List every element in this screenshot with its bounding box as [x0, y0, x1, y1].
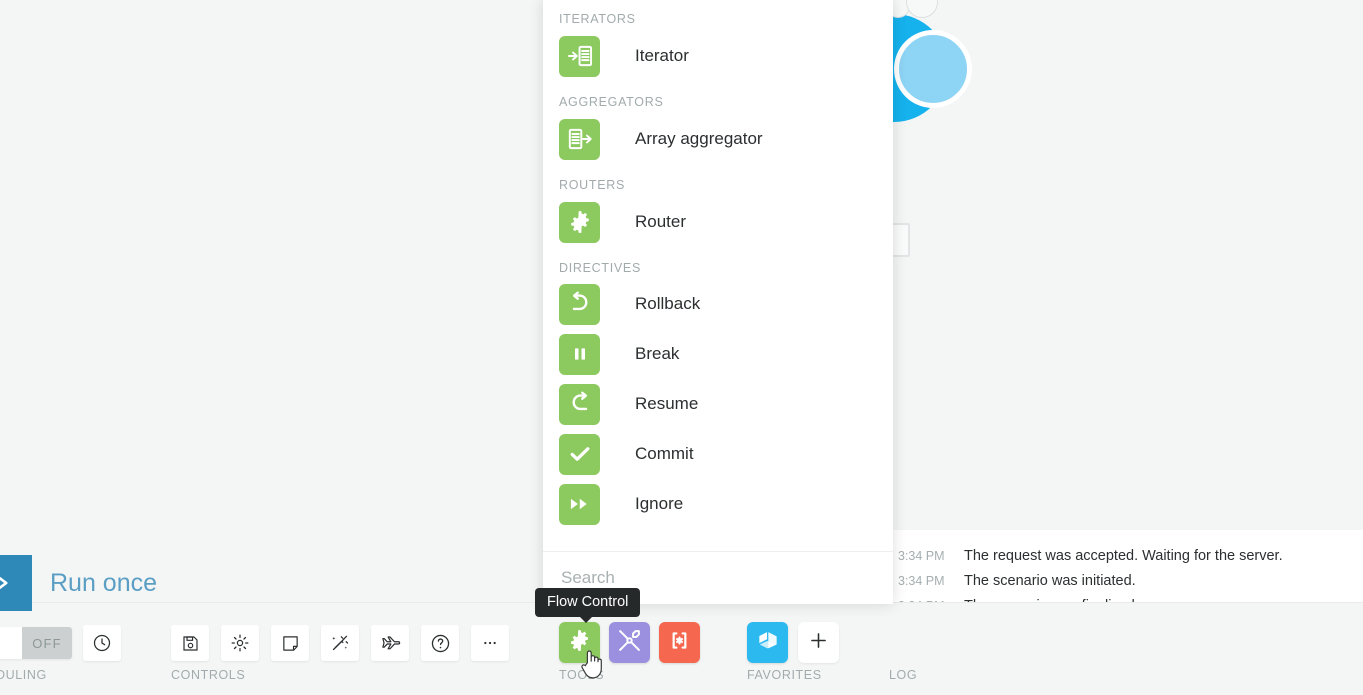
log-row: 3:34 PM The scenario was finalized.: [880, 593, 1363, 603]
scenario-editor: 3:34 PM The request was accepted. Waitin…: [0, 0, 1363, 695]
clock-icon: [92, 633, 112, 653]
rollback-arrow-icon: [559, 283, 600, 325]
check-icon: [559, 433, 600, 475]
play-icon: [0, 568, 15, 598]
log-message: The scenario was initiated.: [964, 572, 1136, 589]
iterator-icon: [559, 35, 600, 77]
auto-align-button[interactable]: [321, 625, 359, 661]
log-time: 3:34 PM: [898, 573, 945, 588]
log-row: 3:34 PM The request was accepted. Waitin…: [880, 543, 1363, 568]
plus-icon: [808, 630, 829, 656]
log-message: [964, 530, 968, 539]
log-time: 3:34 PM: [898, 548, 945, 563]
text-parser-tool[interactable]: [659, 622, 700, 663]
log-time: [898, 530, 964, 538]
explore-button[interactable]: [371, 625, 409, 661]
settings-button[interactable]: [221, 625, 259, 661]
log-row: 3:34 PM The scenario was initiated.: [880, 568, 1363, 593]
toggle-state-label: OFF: [22, 627, 72, 659]
module-item-resume[interactable]: Resume: [543, 379, 893, 429]
note-icon: [281, 634, 300, 653]
module-label: Array aggregator: [635, 129, 763, 148]
add-favorite-button[interactable]: [798, 622, 839, 663]
favorites-group-label: FAVORITES: [747, 668, 822, 682]
module-label: Rollback: [635, 294, 701, 313]
gear-icon: [559, 201, 600, 243]
toggle-knob: [0, 627, 22, 659]
log-panel[interactable]: 3:34 PM The request was accepted. Waitin…: [880, 530, 1363, 602]
flow-control-module-list[interactable]: ITERATORS Iterator AGGREGATORS Array agg…: [543, 0, 893, 551]
flow-control-panel[interactable]: ITERATORS Iterator AGGREGATORS Array agg…: [543, 0, 893, 604]
module-label: Ignore: [635, 494, 684, 513]
floppy-disk-icon: [181, 634, 200, 653]
flow-control-tool[interactable]: [559, 622, 600, 663]
run-once-button[interactable]: [0, 555, 32, 611]
tools-group-label: TOOLS: [559, 668, 605, 682]
log-group-label: LOG: [889, 668, 918, 682]
save-button[interactable]: [171, 625, 209, 661]
array-aggregator-icon: [559, 118, 600, 160]
module-node-secondary[interactable]: [894, 30, 972, 108]
module-item-ignore[interactable]: Ignore: [543, 479, 893, 529]
magic-wand-icon: [330, 633, 350, 653]
flow-control-tooltip: Flow Control: [535, 588, 641, 623]
module-label: Commit: [635, 444, 694, 463]
search-input[interactable]: [559, 567, 863, 589]
module-item-commit[interactable]: Commit: [543, 429, 893, 479]
module-item-iterator[interactable]: Iterator: [543, 31, 893, 81]
run-once-control[interactable]: Run once: [0, 555, 157, 611]
node-add-handle-icon[interactable]: [906, 0, 938, 18]
module-label: Break: [635, 344, 680, 363]
module-item-rollback[interactable]: Rollback: [543, 279, 893, 329]
module-label: Router: [635, 212, 687, 231]
bottom-toolbar: OFF DULING CONTROLS TOOLS FAVORITES LOG: [0, 602, 1363, 695]
run-once-label: Run once: [50, 568, 158, 597]
tools-tool[interactable]: [609, 622, 650, 663]
module-item-array-aggregator[interactable]: Array aggregator: [543, 114, 893, 164]
log-row: [880, 530, 1363, 543]
log-message: The request was accepted. Waiting for th…: [964, 547, 1283, 564]
ellipsis-icon: [480, 633, 500, 653]
section-header-directives: DIRECTIVES: [559, 261, 642, 275]
favorite-app-tile[interactable]: [747, 622, 788, 663]
box-arrow-icon: [755, 627, 781, 658]
scheduling-toggle[interactable]: OFF: [0, 627, 72, 659]
scheduling-clock-button[interactable]: [83, 625, 121, 661]
gear-icon: [567, 628, 592, 658]
tools-icon: [617, 628, 642, 658]
controls-group-label: CONTROLS: [171, 668, 246, 682]
module-label: Resume: [635, 394, 699, 413]
section-header-routers: ROUTERS: [559, 178, 626, 192]
question-circle-icon: [430, 633, 451, 654]
pause-icon: [559, 333, 600, 375]
module-label: Iterator: [635, 46, 689, 65]
scheduling-group-label: DULING: [0, 668, 47, 682]
resume-arrow-icon: [559, 383, 600, 425]
notes-button[interactable]: [271, 625, 309, 661]
airplane-icon: [380, 633, 401, 654]
brackets-star-icon: [667, 628, 692, 658]
help-button[interactable]: [421, 625, 459, 661]
section-header-aggregators: AGGREGATORS: [559, 95, 664, 109]
module-item-router[interactable]: Router: [543, 197, 893, 247]
fast-forward-icon: [559, 483, 600, 525]
gear-icon: [230, 633, 250, 653]
module-item-break[interactable]: Break: [543, 329, 893, 379]
section-header-iterators: ITERATORS: [559, 12, 636, 26]
more-button[interactable]: [471, 625, 509, 661]
